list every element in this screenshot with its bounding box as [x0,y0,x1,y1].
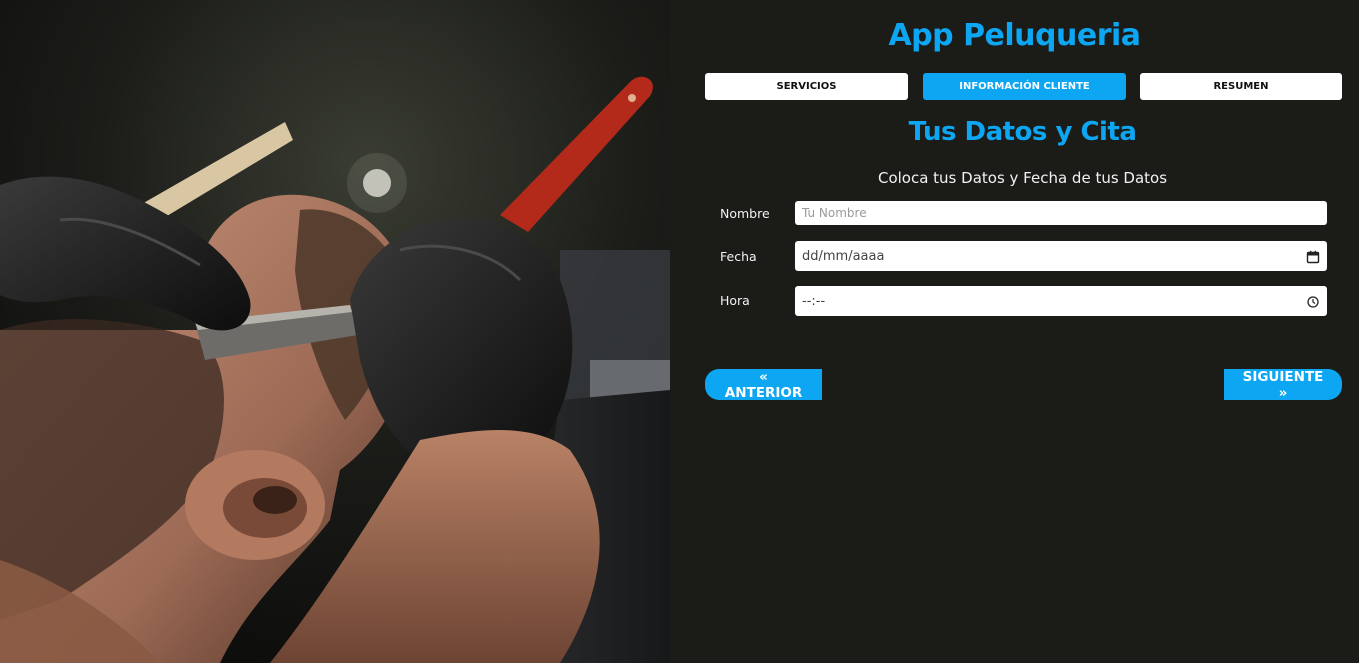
clock-icon[interactable] [1306,294,1320,308]
hero-photo [0,0,670,663]
tab-resumen[interactable]: Resumen [1140,73,1342,100]
section-title: Tus Datos y Cita [908,117,1137,147]
siguiente-button[interactable]: SIGUIENTE » [1224,369,1342,401]
tab-servicios[interactable]: Servicios [705,73,908,100]
app-title: App Peluqueria [888,18,1141,53]
step-tabs: Servicios Información Cliente Resumen [705,73,1342,100]
anterior-button[interactable]: « ANTERIOR [705,369,822,401]
nombre-field-wrapper [795,201,1327,225]
hora-label: Hora [720,293,750,308]
fecha-value: dd/mm/aaaa [802,248,885,264]
barber-photo-illustration [0,0,670,663]
hora-input[interactable]: --:-- [795,286,1327,316]
nombre-label: Nombre [720,206,770,221]
app-panel: App Peluqueria Servicios Información Cli… [670,0,1359,663]
section-subtitle: Coloca tus Datos y Fecha de tus Datos [877,169,1168,187]
tab-informacion-cliente[interactable]: Información Cliente [923,73,1126,100]
fecha-label: Fecha [720,249,757,264]
fecha-input[interactable]: dd/mm/aaaa [795,241,1327,271]
nombre-input[interactable] [802,206,1320,220]
hora-value: --:-- [802,293,826,309]
calendar-icon[interactable] [1306,249,1320,264]
